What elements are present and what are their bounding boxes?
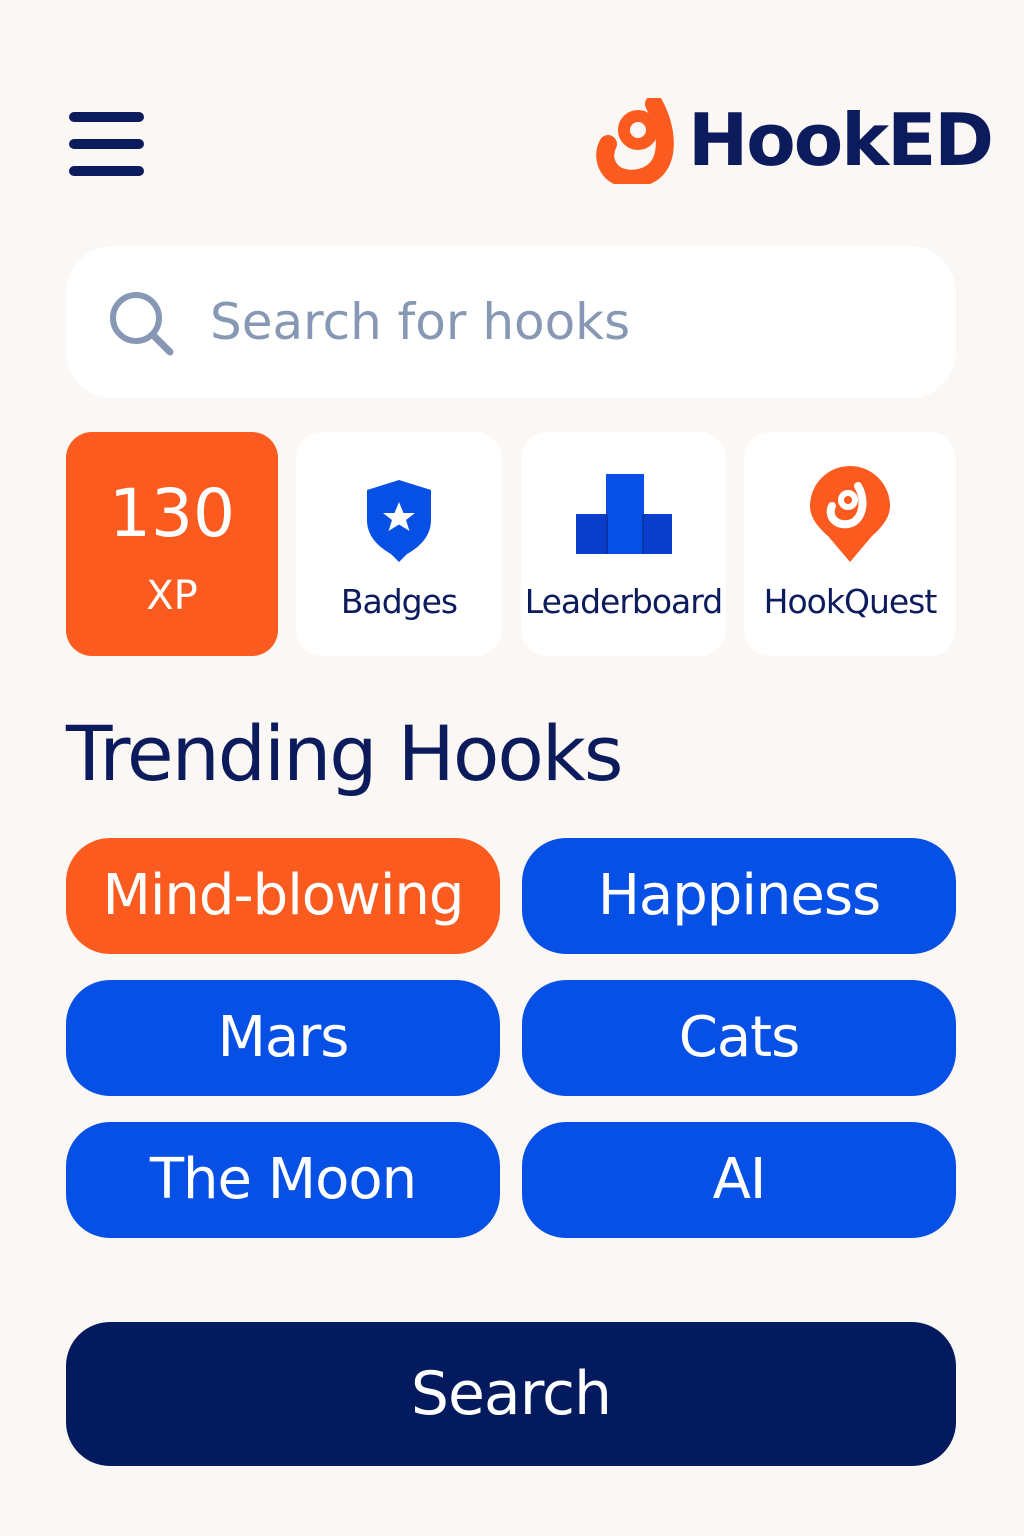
search-button[interactable]: Search <box>66 1322 956 1466</box>
menu-bar <box>69 139 144 149</box>
hookquest-label: HookQuest <box>763 582 938 621</box>
xp-unit: XP <box>146 573 198 619</box>
xp-value: 130 <box>109 475 235 552</box>
badges-label: Badges <box>340 582 458 621</box>
hook-chip-happiness[interactable]: Happiness <box>522 838 956 954</box>
search-icon <box>110 292 174 356</box>
hook-chip-the-moon[interactable]: The Moon <box>66 1122 500 1238</box>
xp-tile[interactable]: 130 XP <box>66 432 278 656</box>
leaderboard-tile[interactable]: Leaderboard <box>521 432 726 656</box>
hook-chip-mind-blowing[interactable]: Mind-blowing <box>66 838 500 954</box>
hook-pin-icon <box>810 466 890 562</box>
trending-title: Trending Hooks <box>66 709 623 798</box>
badge-shield-star-icon <box>367 480 431 562</box>
hook-chip-ai[interactable]: AI <box>522 1122 956 1238</box>
leaderboard-podium-icon <box>575 474 672 554</box>
hamburger-menu-button[interactable] <box>66 108 146 180</box>
menu-bar <box>69 166 144 176</box>
hook-chip-cats[interactable]: Cats <box>522 980 956 1096</box>
app-name: HookED <box>688 98 994 182</box>
hook-logo-icon <box>596 98 674 184</box>
hookquest-tile[interactable]: HookQuest <box>744 432 956 656</box>
badges-tile[interactable]: Badges <box>296 432 502 656</box>
menu-bar <box>69 112 144 122</box>
search-input[interactable] <box>210 282 930 362</box>
hook-chip-mars[interactable]: Mars <box>66 980 500 1096</box>
app-logo: HookED <box>596 96 994 188</box>
leaderboard-label: Leaderboard <box>524 582 723 621</box>
